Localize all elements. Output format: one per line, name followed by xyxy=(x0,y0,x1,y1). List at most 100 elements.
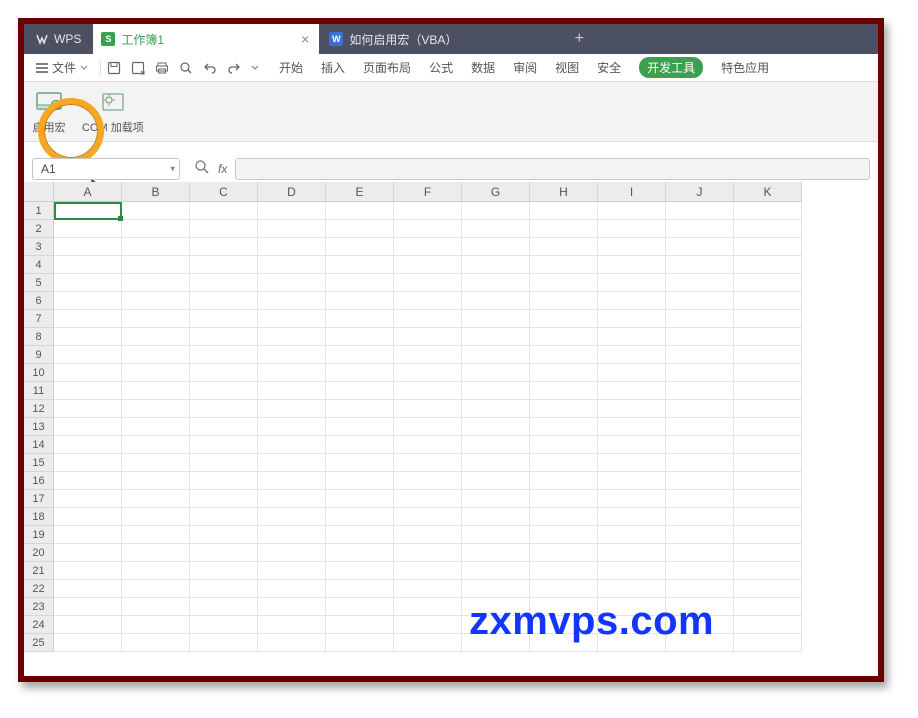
cell[interactable] xyxy=(54,310,122,328)
cell[interactable] xyxy=(122,562,190,580)
cell[interactable] xyxy=(734,328,802,346)
cell[interactable] xyxy=(326,598,394,616)
cell[interactable] xyxy=(190,364,258,382)
cell[interactable] xyxy=(462,202,530,220)
cell[interactable] xyxy=(666,346,734,364)
save-icon[interactable] xyxy=(107,61,121,75)
cell[interactable] xyxy=(598,544,666,562)
cell[interactable] xyxy=(734,490,802,508)
cell[interactable] xyxy=(394,526,462,544)
cell[interactable] xyxy=(54,454,122,472)
cell[interactable] xyxy=(598,490,666,508)
row-header[interactable]: 5 xyxy=(24,274,54,292)
cell[interactable] xyxy=(530,238,598,256)
cell[interactable] xyxy=(734,292,802,310)
cell[interactable] xyxy=(122,292,190,310)
cell[interactable] xyxy=(394,544,462,562)
cell[interactable] xyxy=(734,220,802,238)
cell[interactable] xyxy=(54,346,122,364)
ribbon-tab[interactable]: 安全 xyxy=(597,59,621,76)
ribbon-tab[interactable]: 视图 xyxy=(555,59,579,76)
cell[interactable] xyxy=(666,220,734,238)
cell[interactable] xyxy=(394,454,462,472)
cell[interactable] xyxy=(462,580,530,598)
cell[interactable] xyxy=(530,616,598,634)
cell[interactable] xyxy=(326,238,394,256)
cell[interactable] xyxy=(190,202,258,220)
cell[interactable] xyxy=(666,400,734,418)
cell[interactable] xyxy=(462,634,530,652)
cell[interactable] xyxy=(598,202,666,220)
cell[interactable] xyxy=(54,634,122,652)
cell[interactable] xyxy=(258,508,326,526)
cell[interactable] xyxy=(734,364,802,382)
column-header[interactable]: H xyxy=(530,182,598,202)
cell[interactable] xyxy=(598,238,666,256)
cell[interactable] xyxy=(394,364,462,382)
cell[interactable] xyxy=(190,598,258,616)
cell[interactable] xyxy=(190,580,258,598)
cell[interactable] xyxy=(598,526,666,544)
cell[interactable] xyxy=(462,598,530,616)
cell[interactable] xyxy=(190,634,258,652)
cell[interactable] xyxy=(462,274,530,292)
cell[interactable] xyxy=(54,328,122,346)
cell[interactable] xyxy=(394,598,462,616)
cell[interactable] xyxy=(190,346,258,364)
select-all-corner[interactable] xyxy=(24,182,54,202)
cell[interactable] xyxy=(326,418,394,436)
ribbon-tab[interactable]: 数据 xyxy=(471,59,495,76)
cell[interactable] xyxy=(326,364,394,382)
cell[interactable] xyxy=(122,472,190,490)
cell[interactable] xyxy=(190,274,258,292)
cell[interactable] xyxy=(258,274,326,292)
zoom-icon[interactable] xyxy=(194,159,210,180)
cell[interactable] xyxy=(734,256,802,274)
cell[interactable] xyxy=(258,292,326,310)
cell[interactable] xyxy=(54,364,122,382)
cell[interactable] xyxy=(666,256,734,274)
wps-home-tab[interactable]: WPS xyxy=(24,24,93,54)
cell[interactable] xyxy=(598,454,666,472)
cell[interactable] xyxy=(462,436,530,454)
cell[interactable] xyxy=(666,598,734,616)
cell[interactable] xyxy=(734,634,802,652)
name-box[interactable]: A1 ▾ xyxy=(32,158,180,180)
column-header[interactable]: A xyxy=(54,182,122,202)
cell[interactable] xyxy=(326,544,394,562)
cell[interactable] xyxy=(258,598,326,616)
cell[interactable] xyxy=(258,220,326,238)
cell[interactable] xyxy=(530,382,598,400)
cell[interactable] xyxy=(122,274,190,292)
cell[interactable] xyxy=(122,382,190,400)
cell[interactable] xyxy=(394,310,462,328)
cell[interactable] xyxy=(462,328,530,346)
row-header[interactable]: 22 xyxy=(24,580,54,598)
cell[interactable] xyxy=(598,328,666,346)
cell[interactable] xyxy=(394,508,462,526)
cell[interactable] xyxy=(530,508,598,526)
row-header[interactable]: 11 xyxy=(24,382,54,400)
row-header[interactable]: 24 xyxy=(24,616,54,634)
cell[interactable] xyxy=(258,256,326,274)
cell[interactable] xyxy=(666,508,734,526)
cell[interactable] xyxy=(190,508,258,526)
cell[interactable] xyxy=(326,634,394,652)
cell[interactable] xyxy=(258,238,326,256)
column-header[interactable]: D xyxy=(258,182,326,202)
cell[interactable] xyxy=(190,616,258,634)
row-header[interactable]: 16 xyxy=(24,472,54,490)
cell[interactable] xyxy=(54,490,122,508)
cells-region[interactable] xyxy=(54,202,878,652)
cell[interactable] xyxy=(122,598,190,616)
cell[interactable] xyxy=(734,400,802,418)
cell[interactable] xyxy=(190,472,258,490)
cell[interactable] xyxy=(394,616,462,634)
cell[interactable] xyxy=(190,310,258,328)
cell[interactable] xyxy=(598,598,666,616)
cell[interactable] xyxy=(122,328,190,346)
cell[interactable] xyxy=(122,616,190,634)
cell[interactable] xyxy=(258,472,326,490)
cell[interactable] xyxy=(54,292,122,310)
cell[interactable] xyxy=(666,436,734,454)
